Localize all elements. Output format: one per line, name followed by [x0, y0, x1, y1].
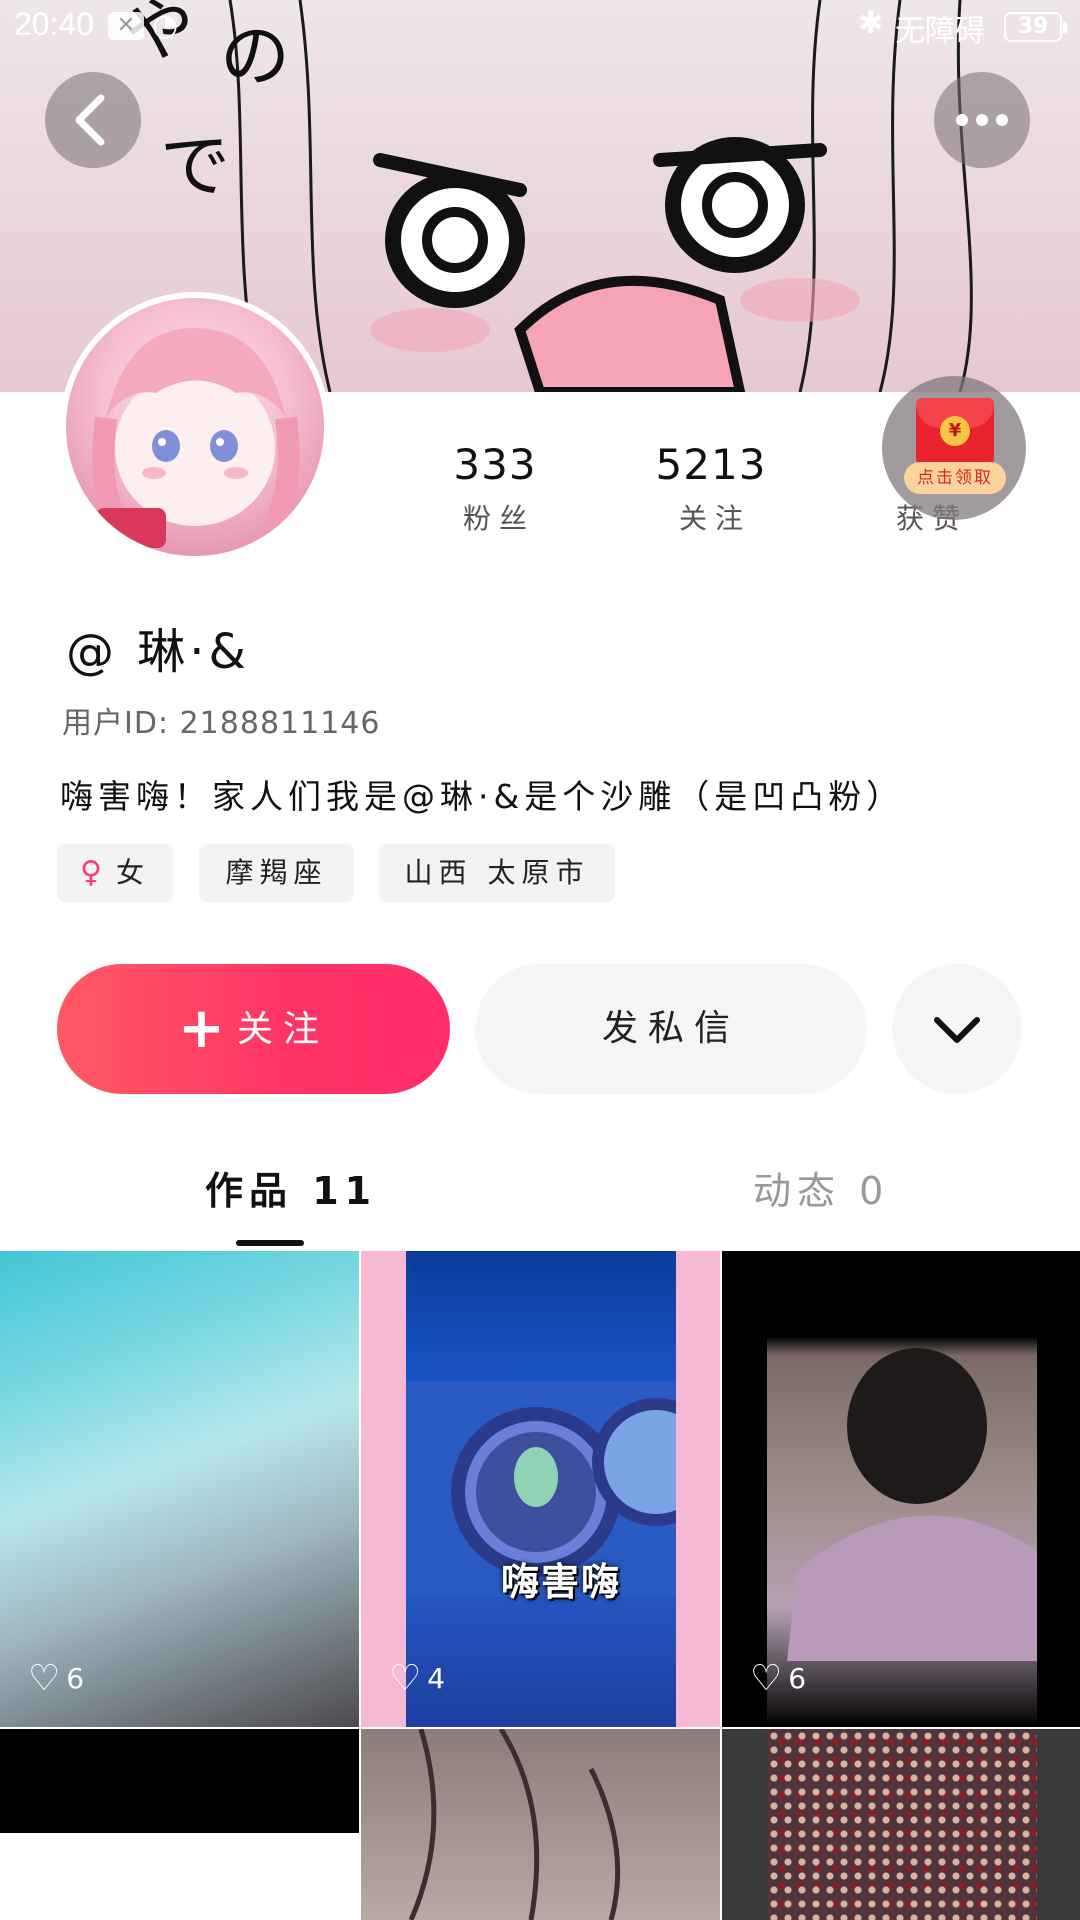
svg-text:で: で — [160, 125, 230, 207]
more-options-button[interactable] — [934, 72, 1030, 168]
username: @ 琳·& — [66, 624, 250, 680]
user-id[interactable]: 用户ID: 2188811146 — [62, 698, 380, 742]
city-tag: 山西 太原市 — [379, 844, 615, 902]
heart-icon: ♡ — [28, 1658, 61, 1699]
red-packet-label: 点击领取 — [904, 462, 1006, 494]
active-tab-indicator — [236, 1240, 304, 1246]
accessibility-status: 无障碍 — [895, 14, 985, 49]
work-tile[interactable]: 嗨害嗨 ♡ 4 — [361, 1251, 720, 1727]
heart-icon: ♡ — [750, 1658, 783, 1699]
more-actions-dropdown[interactable] — [892, 964, 1022, 1094]
stat-fans[interactable]: 333 粉丝 — [425, 440, 565, 537]
like-count: ♡ 4 — [389, 1658, 445, 1699]
follow-label: 关注 — [236, 1009, 329, 1050]
work-tile[interactable] — [722, 1729, 1080, 1920]
work-tile[interactable] — [0, 1729, 359, 1920]
works-grid: ♡ 6 嗨害嗨 ♡ 4 ♡ 6 — [0, 1251, 1080, 1920]
like-count-value: 4 — [427, 1662, 446, 1695]
work-tile[interactable]: ♡ 6 — [722, 1251, 1080, 1727]
back-button[interactable] — [45, 72, 141, 168]
notification-muted-icon: ✕ — [108, 12, 144, 40]
wifi-icon: ◔ — [152, 8, 179, 43]
tab-activity[interactable]: 动态 0 — [753, 1160, 889, 1215]
like-count-value: 6 — [788, 1662, 807, 1695]
female-icon: ♀ — [80, 855, 108, 890]
chevron-down-icon — [934, 1017, 980, 1043]
status-bar: 20:40 ✕ ◔ ✱ 无障碍 39 — [0, 0, 1080, 56]
bio: 嗨害嗨！家人们我是@琳·&是个沙雕（是凹凸粉） — [60, 777, 905, 816]
following-label: 关注 — [678, 502, 751, 535]
person-silhouette — [787, 1348, 1037, 1661]
fans-label: 粉丝 — [462, 502, 535, 535]
ellipsis-icon — [956, 114, 1008, 126]
gender-tag: ♀ 女 — [57, 844, 173, 902]
battery-icon: 39 — [1004, 12, 1067, 42]
bluetooth-icon: ✱ — [858, 6, 884, 41]
like-count: ♡ 6 — [28, 1658, 84, 1699]
plus-icon: + — [178, 996, 225, 1061]
heart-icon: ♡ — [389, 1658, 422, 1699]
gender-label: 女 — [115, 856, 150, 889]
like-count-value: 6 — [66, 1662, 85, 1695]
tab-works[interactable]: 作品 11 — [205, 1160, 377, 1215]
chevron-left-icon — [75, 94, 105, 146]
work-thumbnail — [408, 1729, 621, 1920]
avatar[interactable] — [60, 292, 330, 562]
work-tile[interactable] — [361, 1729, 720, 1920]
status-time: 20:40 — [14, 6, 95, 42]
like-count: ♡ 6 — [750, 1658, 806, 1699]
following-count: 5213 — [655, 440, 767, 489]
fans-count: 333 — [453, 440, 537, 489]
stat-following[interactable]: 5213 关注 — [641, 440, 781, 537]
avatar-artwork — [92, 328, 300, 548]
zodiac-tag: 摩羯座 — [199, 844, 354, 902]
message-button[interactable]: 发私信 — [475, 964, 867, 1094]
work-tile[interactable]: ♡ 6 — [0, 1251, 359, 1727]
yuan-coin-icon: ¥ — [940, 416, 970, 446]
work-thumbnail — [767, 1729, 1037, 1920]
red-packet-button[interactable]: ¥ 点击领取 — [882, 376, 1026, 520]
follow-button[interactable]: + 关注 — [57, 964, 450, 1094]
work-caption: 嗨害嗨 — [501, 1560, 622, 1604]
